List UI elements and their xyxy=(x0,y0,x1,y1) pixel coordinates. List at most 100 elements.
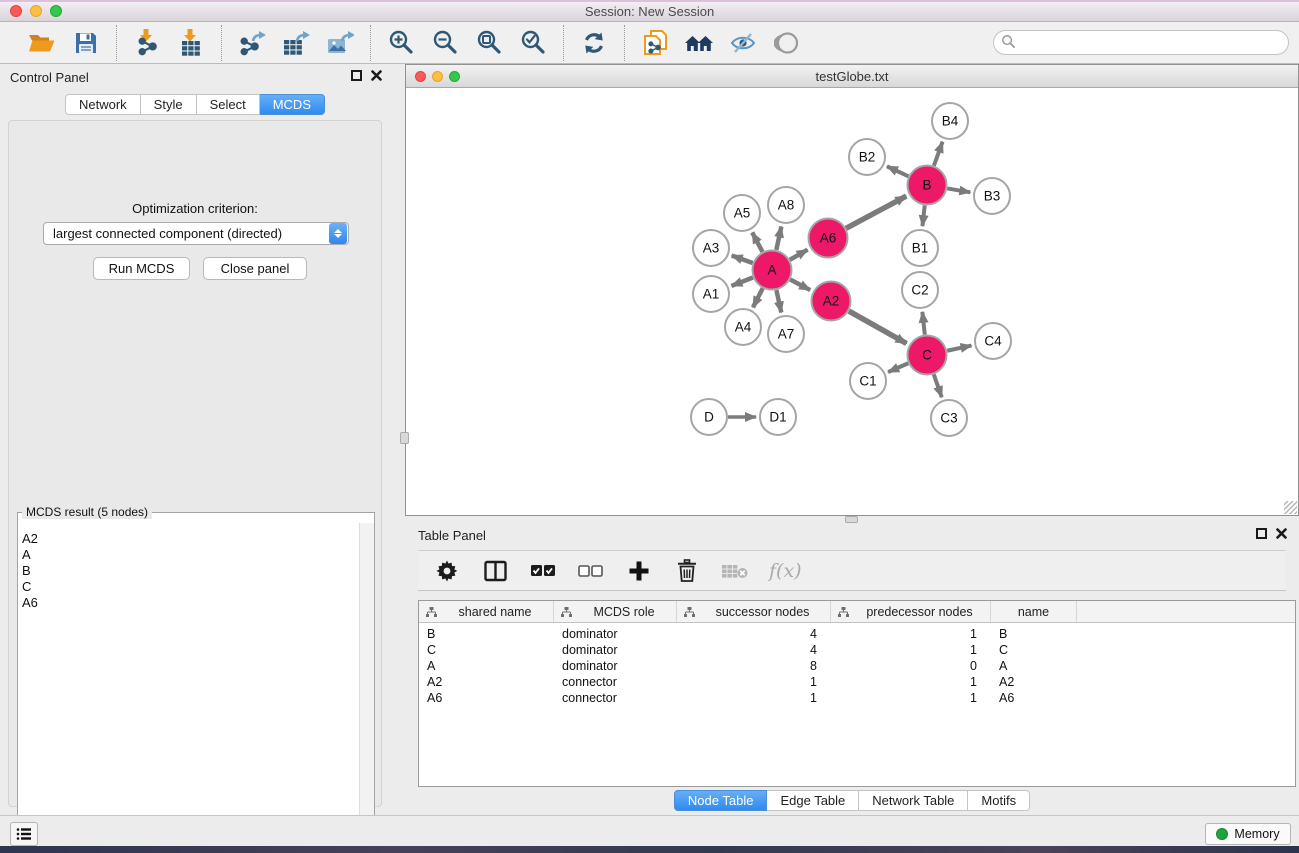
zoom-in-icon[interactable] xyxy=(386,28,416,58)
close-panel-button[interactable]: Close panel xyxy=(203,257,307,280)
mcds-result-item[interactable]: B xyxy=(22,563,359,579)
save-session-icon[interactable] xyxy=(71,28,101,58)
node-C4[interactable]: C4 xyxy=(975,323,1011,359)
column-header-successor-nodes[interactable]: successor nodes xyxy=(677,601,831,622)
tab-network[interactable]: Network xyxy=(65,94,141,115)
edge-C-C2[interactable] xyxy=(922,312,924,335)
edge-A-A1[interactable] xyxy=(731,278,752,286)
node-A7[interactable]: A7 xyxy=(768,316,804,352)
add-row-icon[interactable] xyxy=(625,557,653,585)
mcds-result-item[interactable]: A xyxy=(22,547,359,563)
column-header-predecessor-nodes[interactable]: predecessor nodes xyxy=(831,601,991,622)
close-panel-icon[interactable] xyxy=(371,70,382,81)
mcds-result-item[interactable]: A6 xyxy=(22,595,359,611)
window-resize-grip[interactable] xyxy=(1284,501,1297,514)
edge-C-C3[interactable] xyxy=(934,374,942,397)
show-details-icon[interactable] xyxy=(772,28,802,58)
export-network-icon[interactable] xyxy=(237,28,267,58)
delete-row-icon[interactable] xyxy=(673,557,701,585)
column-header-name[interactable]: name xyxy=(991,601,1077,622)
node-A8[interactable]: A8 xyxy=(768,187,804,223)
edge-A-A8[interactable] xyxy=(776,227,781,250)
node-C1[interactable]: C1 xyxy=(850,363,886,399)
edge-A2-C[interactable] xyxy=(849,311,907,343)
hide-details-icon[interactable] xyxy=(728,28,758,58)
node-A3[interactable]: A3 xyxy=(693,230,729,266)
tab-select[interactable]: Select xyxy=(197,94,260,115)
criterion-select[interactable]: largest connected component (directed) xyxy=(43,222,349,245)
horizontal-splitter-handle[interactable] xyxy=(845,516,858,523)
table-row[interactable]: Bdominator41B xyxy=(419,626,1295,642)
edge-B-B2[interactable] xyxy=(887,166,908,176)
open-file-icon[interactable] xyxy=(27,28,57,58)
tab-edge-table[interactable]: Edge Table xyxy=(767,790,859,811)
close-table-panel-icon[interactable] xyxy=(1276,528,1287,539)
zoom-fit-icon[interactable] xyxy=(474,28,504,58)
mcds-result-item[interactable]: C xyxy=(22,579,359,595)
node-D1[interactable]: D1 xyxy=(760,399,796,435)
edge-A-A2[interactable] xyxy=(790,280,810,291)
zoom-out-icon[interactable] xyxy=(430,28,460,58)
tab-network-table[interactable]: Network Table xyxy=(859,790,968,811)
zoom-selected-icon[interactable] xyxy=(518,28,548,58)
tab-mcds[interactable]: MCDS xyxy=(260,94,325,115)
node-C3[interactable]: C3 xyxy=(931,400,967,436)
node-C[interactable]: C xyxy=(908,336,947,375)
export-image-icon[interactable] xyxy=(325,28,355,58)
task-history-button[interactable] xyxy=(10,822,38,846)
columns-icon[interactable] xyxy=(481,557,509,585)
network-canvas[interactable]: B4 B2 B B3 A8A5 A6 A3 B1 A A1 C2 A2 A4A7 C4 C C1 C3 D D1 xyxy=(406,88,1298,515)
edge-A-A3[interactable] xyxy=(732,255,753,263)
refresh-icon[interactable] xyxy=(579,28,609,58)
edge-A-A6[interactable] xyxy=(790,250,808,260)
table-row[interactable]: A6connector11A6 xyxy=(419,690,1295,706)
vertical-splitter-handle[interactable] xyxy=(400,432,409,444)
node-A4[interactable]: A4 xyxy=(725,309,761,345)
import-network-icon[interactable] xyxy=(132,28,162,58)
edge-B-B3[interactable] xyxy=(947,188,970,192)
edge-A6-B[interactable] xyxy=(846,196,906,228)
tab-style[interactable]: Style xyxy=(141,94,197,115)
table-row[interactable]: Adominator80A xyxy=(419,658,1295,674)
node-A1[interactable]: A1 xyxy=(693,276,729,312)
edge-B-B4[interactable] xyxy=(934,142,943,166)
node-D[interactable]: D xyxy=(691,399,727,435)
edge-C-C4[interactable] xyxy=(947,346,971,351)
node-A6[interactable]: A6 xyxy=(809,219,848,258)
network-window-titlebar[interactable]: testGlobe.txt xyxy=(406,65,1298,88)
table-row[interactable]: A2connector11A2 xyxy=(419,674,1295,690)
tab-motifs[interactable]: Motifs xyxy=(968,790,1030,811)
node-B1[interactable]: B1 xyxy=(902,230,938,266)
node-A[interactable]: A xyxy=(753,251,792,290)
column-header-shared-name[interactable]: shared name xyxy=(419,601,554,622)
edge-A-A5[interactable] xyxy=(752,232,762,251)
edge-B-B1[interactable] xyxy=(922,205,924,226)
mcds-result-scrollbar[interactable] xyxy=(359,523,374,851)
edge-A-A4[interactable] xyxy=(753,288,763,307)
float-table-panel-icon[interactable] xyxy=(1256,528,1267,539)
edge-A-A7[interactable] xyxy=(776,290,781,312)
memory-button[interactable]: Memory xyxy=(1205,823,1291,845)
float-panel-icon[interactable] xyxy=(351,70,362,81)
unselect-all-icon[interactable] xyxy=(577,557,605,585)
gear-icon[interactable] xyxy=(433,557,461,585)
node-B2[interactable]: B2 xyxy=(849,139,885,175)
homes-icon[interactable] xyxy=(684,28,714,58)
edge-C-C1[interactable] xyxy=(888,363,908,372)
tab-node-table[interactable]: Node Table xyxy=(674,790,768,811)
copy-network-icon[interactable] xyxy=(640,28,670,58)
table-row[interactable]: Cdominator41C xyxy=(419,642,1295,658)
node-A2[interactable]: A2 xyxy=(812,282,851,321)
import-table-icon[interactable] xyxy=(176,28,206,58)
run-mcds-button[interactable]: Run MCDS xyxy=(93,257,190,280)
mcds-result-item[interactable]: A2 xyxy=(22,531,359,547)
node-B4[interactable]: B4 xyxy=(932,103,968,139)
export-table-icon[interactable] xyxy=(281,28,311,58)
node-B3[interactable]: B3 xyxy=(974,178,1010,214)
column-header-MCDS-role[interactable]: MCDS role xyxy=(554,601,677,622)
search-input[interactable] xyxy=(1016,33,1288,53)
node-B[interactable]: B xyxy=(908,166,947,205)
select-all-icon[interactable] xyxy=(529,557,557,585)
node-C2[interactable]: C2 xyxy=(902,272,938,308)
node-A5[interactable]: A5 xyxy=(724,195,760,231)
